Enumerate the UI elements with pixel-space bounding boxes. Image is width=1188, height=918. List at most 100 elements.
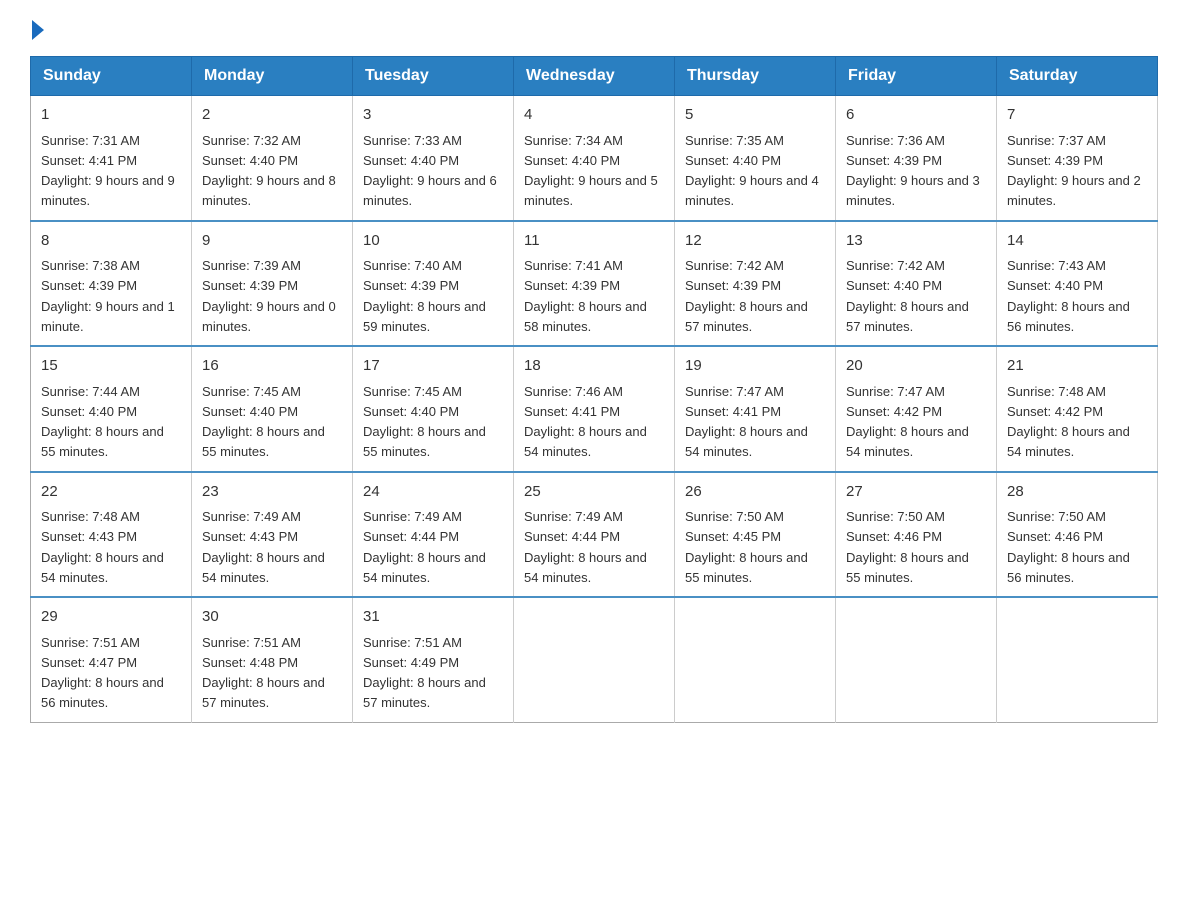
- day-info: Sunrise: 7:49 AMSunset: 4:44 PMDaylight:…: [524, 509, 647, 585]
- calendar-cell: [836, 597, 997, 722]
- calendar-cell: 10Sunrise: 7:40 AMSunset: 4:39 PMDayligh…: [353, 221, 514, 347]
- day-number: 11: [524, 230, 664, 253]
- day-info: Sunrise: 7:45 AMSunset: 4:40 PMDaylight:…: [202, 384, 325, 460]
- day-number: 18: [524, 355, 664, 378]
- calendar-cell: 22Sunrise: 7:48 AMSunset: 4:43 PMDayligh…: [31, 472, 192, 598]
- calendar-cell: 29 Sunrise: 7:51 AMSunset: 4:47 PMDayligh…: [31, 597, 192, 722]
- calendar-cell: 13 Sunrise: 7:42 AMSunset: 4:40 PMDayligh…: [836, 221, 997, 347]
- calendar-cell: 1 Sunrise: 7:31 AMSunset: 4:41 PMDaylight…: [31, 96, 192, 221]
- calendar-cell: 16Sunrise: 7:45 AMSunset: 4:40 PMDayligh…: [192, 346, 353, 472]
- day-of-week-header: Tuesday: [353, 57, 514, 96]
- day-info: Sunrise: 7:33 AMSunset: 4:40 PMDaylight:…: [363, 133, 497, 209]
- calendar-cell: 11 Sunrise: 7:41 AMSunset: 4:39 PMDayligh…: [514, 221, 675, 347]
- calendar-cell: 9 Sunrise: 7:39 AMSunset: 4:39 PMDaylight…: [192, 221, 353, 347]
- day-info: Sunrise: 7:40 AMSunset: 4:39 PMDaylight:…: [363, 258, 486, 334]
- day-info: Sunrise: 7:34 AMSunset: 4:40 PMDaylight:…: [524, 133, 658, 209]
- calendar-cell: [675, 597, 836, 722]
- day-of-week-header: Thursday: [675, 57, 836, 96]
- calendar-cell: 19 Sunrise: 7:47 AMSunset: 4:41 PMDayligh…: [675, 346, 836, 472]
- logo: [30, 20, 44, 36]
- day-info: Sunrise: 7:51 AMSunset: 4:48 PMDaylight:…: [202, 635, 325, 711]
- day-info: Sunrise: 7:31 AMSunset: 4:41 PMDaylight:…: [41, 133, 175, 209]
- calendar-cell: 14 Sunrise: 7:43 AMSunset: 4:40 PMDayligh…: [997, 221, 1158, 347]
- day-number: 24: [363, 481, 503, 504]
- day-number: 7: [1007, 104, 1147, 127]
- day-info: Sunrise: 7:46 AMSunset: 4:41 PMDaylight:…: [524, 384, 647, 460]
- day-info: Sunrise: 7:44 AMSunset: 4:40 PMDaylight:…: [41, 384, 164, 460]
- day-of-week-header: Monday: [192, 57, 353, 96]
- day-info: Sunrise: 7:51 AMSunset: 4:47 PMDaylight:…: [41, 635, 164, 711]
- calendar-week-row: 1 Sunrise: 7:31 AMSunset: 4:41 PMDaylight…: [31, 96, 1158, 221]
- day-of-week-header: Sunday: [31, 57, 192, 96]
- day-info: Sunrise: 7:32 AMSunset: 4:40 PMDaylight:…: [202, 133, 336, 209]
- day-number: 26: [685, 481, 825, 504]
- day-number: 4: [524, 104, 664, 127]
- day-info: Sunrise: 7:47 AMSunset: 4:41 PMDaylight:…: [685, 384, 808, 460]
- calendar-week-row: 22Sunrise: 7:48 AMSunset: 4:43 PMDayligh…: [31, 472, 1158, 598]
- page-header: [30, 20, 1158, 36]
- calendar-cell: 17 Sunrise: 7:45 AMSunset: 4:40 PMDayligh…: [353, 346, 514, 472]
- calendar-cell: [997, 597, 1158, 722]
- calendar-cell: 3 Sunrise: 7:33 AMSunset: 4:40 PMDaylight…: [353, 96, 514, 221]
- day-number: 22: [41, 481, 181, 504]
- day-of-week-header: Wednesday: [514, 57, 675, 96]
- day-info: Sunrise: 7:49 AMSunset: 4:44 PMDaylight:…: [363, 509, 486, 585]
- calendar-cell: 24 Sunrise: 7:49 AMSunset: 4:44 PMDayligh…: [353, 472, 514, 598]
- calendar-cell: 12 Sunrise: 7:42 AMSunset: 4:39 PMDayligh…: [675, 221, 836, 347]
- calendar-cell: 5 Sunrise: 7:35 AMSunset: 4:40 PMDaylight…: [675, 96, 836, 221]
- logo-arrow-icon: [32, 20, 44, 40]
- calendar-week-row: 15 Sunrise: 7:44 AMSunset: 4:40 PMDayligh…: [31, 346, 1158, 472]
- day-number: 23: [202, 481, 342, 504]
- day-number: 6: [846, 104, 986, 127]
- day-number: 3: [363, 104, 503, 127]
- day-info: Sunrise: 7:39 AMSunset: 4:39 PMDaylight:…: [202, 258, 336, 334]
- calendar-cell: 15 Sunrise: 7:44 AMSunset: 4:40 PMDayligh…: [31, 346, 192, 472]
- day-of-week-header: Friday: [836, 57, 997, 96]
- day-number: 15: [41, 355, 181, 378]
- day-info: Sunrise: 7:42 AMSunset: 4:39 PMDaylight:…: [685, 258, 808, 334]
- day-number: 14: [1007, 230, 1147, 253]
- day-info: Sunrise: 7:35 AMSunset: 4:40 PMDaylight:…: [685, 133, 819, 209]
- calendar-cell: 2 Sunrise: 7:32 AMSunset: 4:40 PMDaylight…: [192, 96, 353, 221]
- day-info: Sunrise: 7:43 AMSunset: 4:40 PMDaylight:…: [1007, 258, 1130, 334]
- day-number: 5: [685, 104, 825, 127]
- calendar-cell: [514, 597, 675, 722]
- calendar-cell: 25 Sunrise: 7:49 AMSunset: 4:44 PMDayligh…: [514, 472, 675, 598]
- day-number: 28: [1007, 481, 1147, 504]
- calendar-cell: 7Sunrise: 7:37 AMSunset: 4:39 PMDaylight…: [997, 96, 1158, 221]
- day-number: 17: [363, 355, 503, 378]
- day-number: 27: [846, 481, 986, 504]
- day-info: Sunrise: 7:50 AMSunset: 4:46 PMDaylight:…: [1007, 509, 1130, 585]
- day-number: 19: [685, 355, 825, 378]
- day-number: 25: [524, 481, 664, 504]
- day-number: 2: [202, 104, 342, 127]
- day-number: 1: [41, 104, 181, 127]
- day-info: Sunrise: 7:41 AMSunset: 4:39 PMDaylight:…: [524, 258, 647, 334]
- calendar-week-row: 29 Sunrise: 7:51 AMSunset: 4:47 PMDayligh…: [31, 597, 1158, 722]
- calendar-cell: 27Sunrise: 7:50 AMSunset: 4:46 PMDayligh…: [836, 472, 997, 598]
- calendar-cell: 23 Sunrise: 7:49 AMSunset: 4:43 PMDayligh…: [192, 472, 353, 598]
- day-info: Sunrise: 7:38 AMSunset: 4:39 PMDaylight:…: [41, 258, 175, 334]
- day-number: 9: [202, 230, 342, 253]
- calendar-table: SundayMondayTuesdayWednesdayThursdayFrid…: [30, 56, 1158, 723]
- day-info: Sunrise: 7:49 AMSunset: 4:43 PMDaylight:…: [202, 509, 325, 585]
- calendar-cell: 18 Sunrise: 7:46 AMSunset: 4:41 PMDayligh…: [514, 346, 675, 472]
- day-number: 12: [685, 230, 825, 253]
- calendar-cell: 26Sunrise: 7:50 AMSunset: 4:45 PMDayligh…: [675, 472, 836, 598]
- day-number: 30: [202, 606, 342, 629]
- day-info: Sunrise: 7:47 AMSunset: 4:42 PMDaylight:…: [846, 384, 969, 460]
- day-info: Sunrise: 7:42 AMSunset: 4:40 PMDaylight:…: [846, 258, 969, 334]
- calendar-header-row: SundayMondayTuesdayWednesdayThursdayFrid…: [31, 57, 1158, 96]
- day-number: 20: [846, 355, 986, 378]
- day-number: 21: [1007, 355, 1147, 378]
- calendar-cell: 30 Sunrise: 7:51 AMSunset: 4:48 PMDayligh…: [192, 597, 353, 722]
- day-number: 13: [846, 230, 986, 253]
- calendar-cell: 4 Sunrise: 7:34 AMSunset: 4:40 PMDaylight…: [514, 96, 675, 221]
- day-number: 8: [41, 230, 181, 253]
- calendar-cell: 8 Sunrise: 7:38 AMSunset: 4:39 PMDaylight…: [31, 221, 192, 347]
- day-info: Sunrise: 7:45 AMSunset: 4:40 PMDaylight:…: [363, 384, 486, 460]
- day-info: Sunrise: 7:51 AMSunset: 4:49 PMDaylight:…: [363, 635, 486, 711]
- calendar-cell: 6Sunrise: 7:36 AMSunset: 4:39 PMDaylight…: [836, 96, 997, 221]
- day-number: 29: [41, 606, 181, 629]
- calendar-cell: 21Sunrise: 7:48 AMSunset: 4:42 PMDayligh…: [997, 346, 1158, 472]
